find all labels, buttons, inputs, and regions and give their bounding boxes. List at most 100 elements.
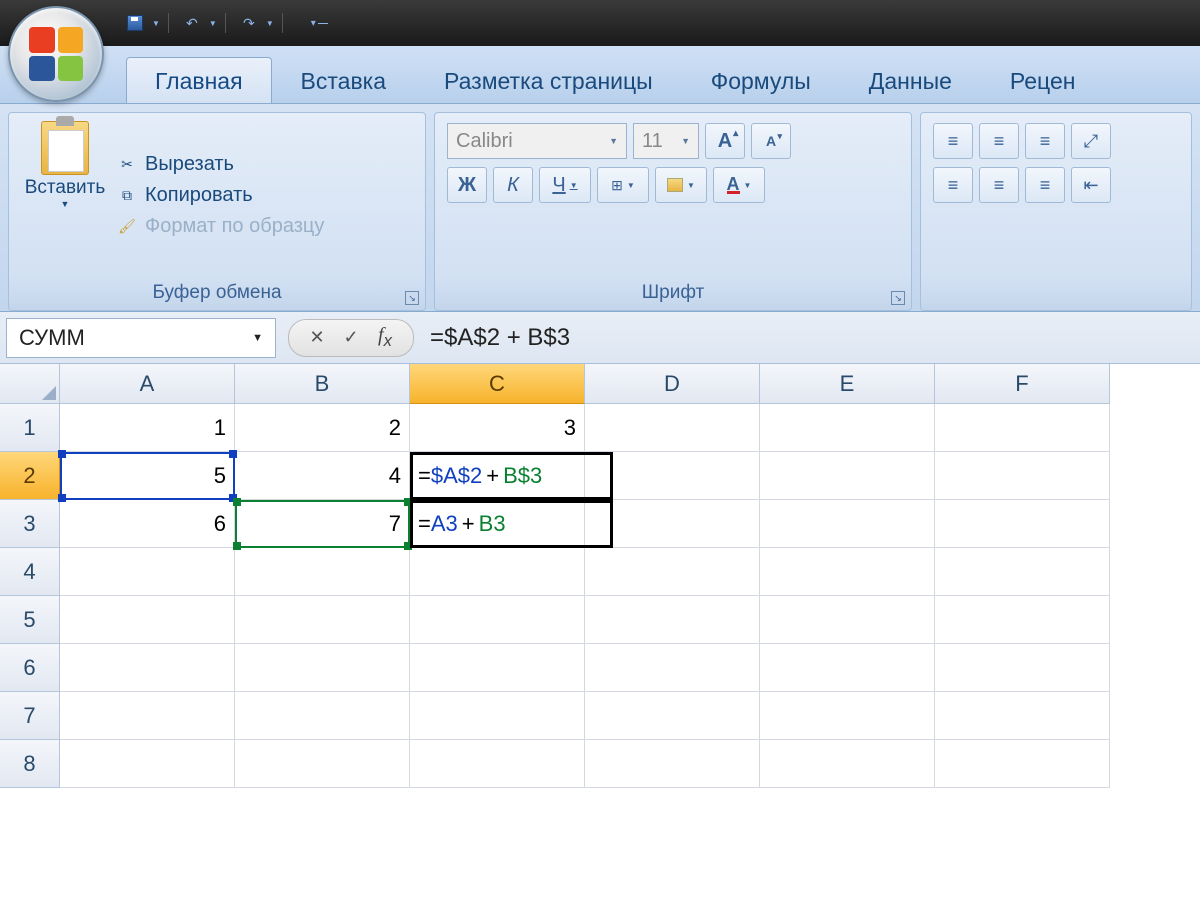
cell-C7[interactable] [410, 692, 585, 740]
cell-F7[interactable] [935, 692, 1110, 740]
cell-A2[interactable]: 5 [60, 452, 235, 500]
font-size-combo[interactable]: 11 ▼ [633, 123, 699, 159]
cell-D2[interactable] [585, 452, 760, 500]
font-color-button[interactable]: A▼ [713, 167, 765, 203]
cell-F4[interactable] [935, 548, 1110, 596]
cancel-formula-button[interactable]: ✕ [303, 324, 331, 352]
cell-F2[interactable] [935, 452, 1110, 500]
cell-F5[interactable] [935, 596, 1110, 644]
copy-button[interactable]: ⧉ Копировать [117, 184, 324, 207]
cell-E2[interactable] [760, 452, 935, 500]
row-header-4[interactable]: 4 [0, 548, 60, 596]
cell-D5[interactable] [585, 596, 760, 644]
cell-B8[interactable] [235, 740, 410, 788]
align-middle-button[interactable]: ≡ [979, 123, 1019, 159]
align-right-button[interactable]: ≡ [1025, 167, 1065, 203]
tab-review[interactable]: Рецен [981, 57, 1105, 103]
cell-C5[interactable] [410, 596, 585, 644]
cell-F3[interactable] [935, 500, 1110, 548]
row-header-6[interactable]: 6 [0, 644, 60, 692]
cell-C3[interactable]: = A3 + B3 [410, 500, 585, 548]
cell-B3[interactable]: 7 [235, 500, 410, 548]
cell-D4[interactable] [585, 548, 760, 596]
cell-E3[interactable] [760, 500, 935, 548]
row-header-7[interactable]: 7 [0, 692, 60, 740]
tab-data[interactable]: Данные [840, 57, 981, 103]
col-header-E[interactable]: E [760, 364, 935, 404]
cell-D1[interactable] [585, 404, 760, 452]
tab-insert[interactable]: Вставка [272, 57, 416, 103]
col-header-F[interactable]: F [935, 364, 1110, 404]
customize-qat-button[interactable]: ▾ [311, 18, 328, 29]
cell-C6[interactable] [410, 644, 585, 692]
align-top-button[interactable]: ≡ [933, 123, 973, 159]
italic-button[interactable]: К [493, 167, 533, 203]
cell-D3[interactable] [585, 500, 760, 548]
cell-B1[interactable]: 2 [235, 404, 410, 452]
cell-E5[interactable] [760, 596, 935, 644]
cell-B5[interactable] [235, 596, 410, 644]
dialog-launcher-icon[interactable]: ↘ [405, 291, 419, 305]
cell-B4[interactable] [235, 548, 410, 596]
underline-button[interactable]: Ч▼ [539, 167, 591, 203]
align-bottom-button[interactable]: ≡ [1025, 123, 1065, 159]
chevron-down-icon[interactable]: ▼ [266, 19, 274, 28]
cell-B6[interactable] [235, 644, 410, 692]
align-center-button[interactable]: ≡ [979, 167, 1019, 203]
cell-E6[interactable] [760, 644, 935, 692]
select-all-corner[interactable] [0, 364, 60, 404]
cell-E8[interactable] [760, 740, 935, 788]
fill-color-button[interactable]: ▼ [655, 167, 707, 203]
cell-A8[interactable] [60, 740, 235, 788]
cell-C4[interactable] [410, 548, 585, 596]
cell-A5[interactable] [60, 596, 235, 644]
row-header-8[interactable]: 8 [0, 740, 60, 788]
align-left-button[interactable]: ≡ [933, 167, 973, 203]
cell-F6[interactable] [935, 644, 1110, 692]
cell-D8[interactable] [585, 740, 760, 788]
enter-formula-button[interactable]: ✓ [337, 324, 365, 352]
col-header-D[interactable]: D [585, 364, 760, 404]
cell-C8[interactable] [410, 740, 585, 788]
cell-F8[interactable] [935, 740, 1110, 788]
cell-D7[interactable] [585, 692, 760, 740]
grow-font-button[interactable]: A▴ [705, 123, 745, 159]
col-header-A[interactable]: A [60, 364, 235, 404]
cell-E4[interactable] [760, 548, 935, 596]
qat-save-button[interactable] [120, 11, 150, 35]
cell-F1[interactable] [935, 404, 1110, 452]
font-name-combo[interactable]: Calibri ▼ [447, 123, 627, 159]
cell-A3[interactable]: 6 [60, 500, 235, 548]
cell-E1[interactable] [760, 404, 935, 452]
chevron-down-icon[interactable]: ▼ [152, 19, 160, 28]
office-button[interactable] [8, 6, 104, 102]
row-header-1[interactable]: 1 [0, 404, 60, 452]
row-header-5[interactable]: 5 [0, 596, 60, 644]
name-box[interactable]: СУММ ▼ [6, 318, 276, 358]
shrink-font-button[interactable]: A▾ [751, 123, 791, 159]
cell-C1[interactable]: 3 [410, 404, 585, 452]
dialog-launcher-icon[interactable]: ↘ [891, 291, 905, 305]
cell-E7[interactable] [760, 692, 935, 740]
qat-undo-button[interactable]: ↶ [177, 11, 207, 35]
cell-B7[interactable] [235, 692, 410, 740]
cell-A6[interactable] [60, 644, 235, 692]
col-header-C[interactable]: C [410, 364, 585, 404]
tab-home[interactable]: Главная [126, 57, 272, 103]
spreadsheet-grid[interactable]: A B C D E F 1 2 3 4 5 6 7 8 1 [0, 364, 1200, 904]
row-header-3[interactable]: 3 [0, 500, 60, 548]
col-header-B[interactable]: B [235, 364, 410, 404]
bold-button[interactable]: Ж [447, 167, 487, 203]
row-header-2[interactable]: 2 [0, 452, 60, 500]
cell-A7[interactable] [60, 692, 235, 740]
decrease-indent-button[interactable]: ⇤ [1071, 167, 1111, 203]
cut-button[interactable]: ✂ Вырезать [117, 153, 324, 176]
qat-redo-button[interactable]: ↷ [234, 11, 264, 35]
orientation-button[interactable]: ⤢ [1071, 123, 1111, 159]
chevron-down-icon[interactable]: ▼ [209, 19, 217, 28]
cell-B2[interactable]: 4 [235, 452, 410, 500]
cell-A4[interactable] [60, 548, 235, 596]
borders-button[interactable]: ⊞▼ [597, 167, 649, 203]
formula-input[interactable]: =$A$2 + B$3 [426, 320, 1200, 356]
format-painter-button[interactable]: 🖌 Формат по образцу [117, 215, 324, 238]
